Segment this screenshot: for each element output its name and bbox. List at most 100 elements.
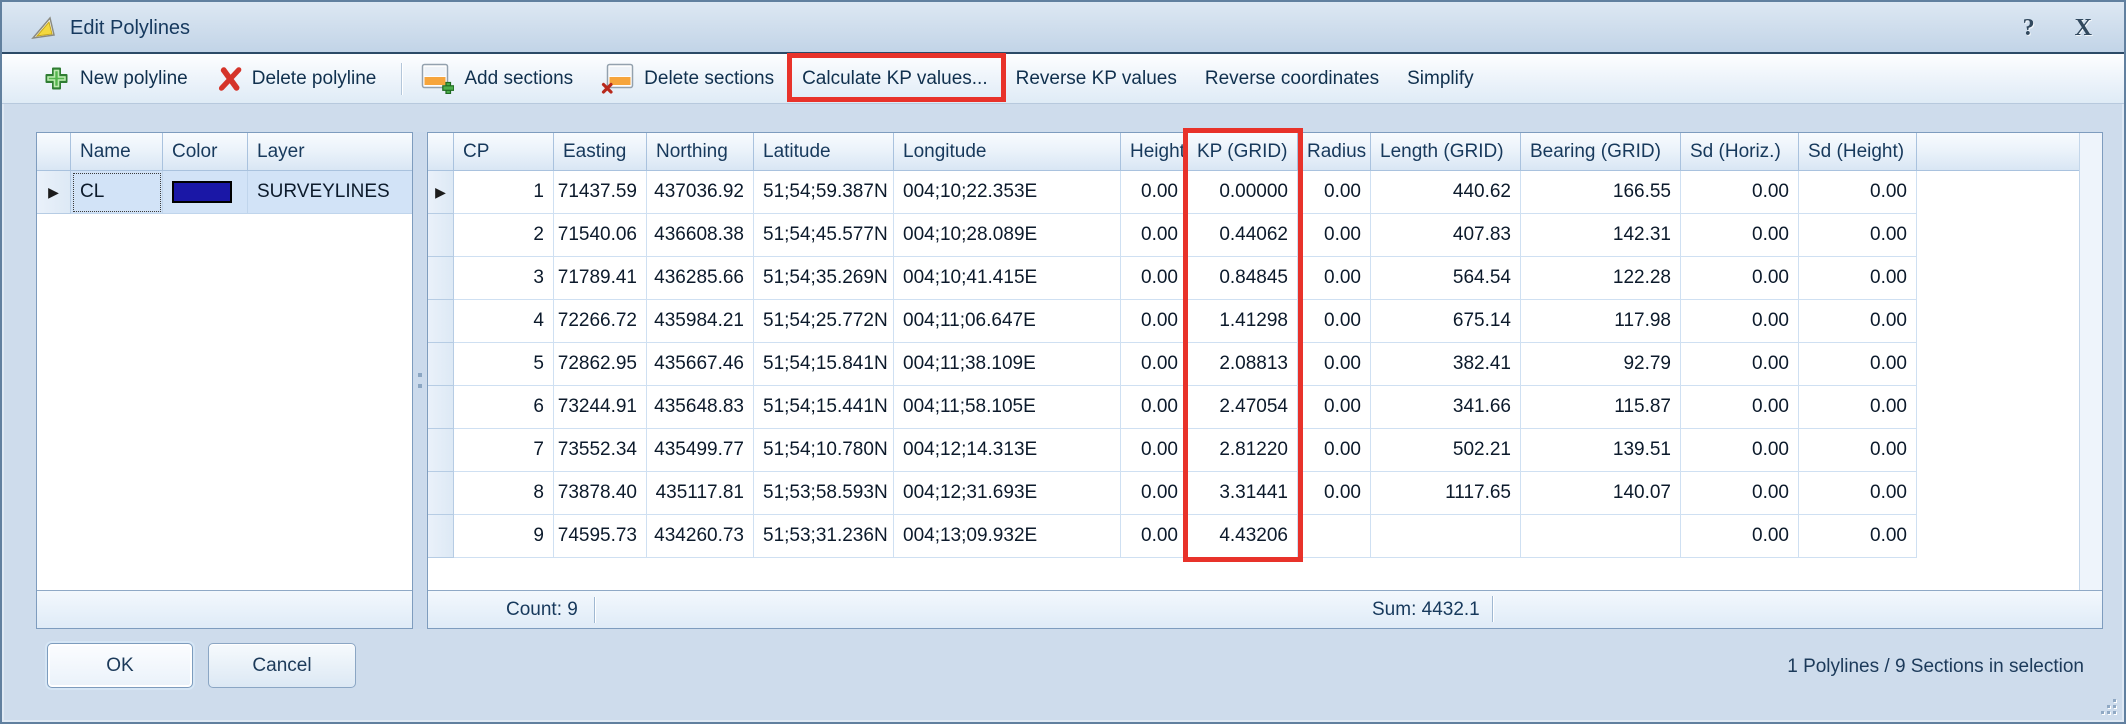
column-header-length-grid[interactable]: Length (GRID) <box>1371 133 1521 171</box>
section-row[interactable]: 2 71540.06 436608.38 51;54;45.577N 004;10;28… <box>428 214 2079 257</box>
column-header-easting[interactable]: Easting <box>554 133 647 171</box>
cell-northing[interactable]: 435984.21 <box>647 300 754 343</box>
cell-sd-height[interactable]: 0.00 <box>1799 300 1917 343</box>
cancel-button[interactable]: Cancel <box>208 643 356 688</box>
cell-sd-height[interactable]: 0.00 <box>1799 386 1917 429</box>
cell-easting[interactable]: 72862.95 <box>554 343 647 386</box>
cell-sd-height[interactable]: 0.00 <box>1799 472 1917 515</box>
cell-latitude[interactable]: 51;54;15.841N <box>754 343 894 386</box>
row-selector-cell[interactable] <box>428 343 454 386</box>
cell-bearing-grid[interactable]: 139.51 <box>1521 429 1681 472</box>
cell-northing[interactable]: 435117.81 <box>647 472 754 515</box>
cell-easting[interactable]: 71437.59 <box>554 171 647 214</box>
cell-northing[interactable]: 436285.66 <box>647 257 754 300</box>
cell-sd-height[interactable]: 0.00 <box>1799 214 1917 257</box>
cell-cp[interactable]: 3 <box>454 257 554 300</box>
cell-bearing-grid[interactable]: 166.55 <box>1521 171 1681 214</box>
cell-height[interactable]: 0.00 <box>1121 386 1188 429</box>
cell-sd-horiz[interactable]: 0.00 <box>1681 429 1799 472</box>
column-header-height[interactable]: Height <box>1121 133 1188 171</box>
cell-height[interactable]: 0.00 <box>1121 257 1188 300</box>
toolbar-button-reverse-kp-values[interactable]: Reverse KP values <box>1005 63 1188 95</box>
section-row[interactable]: 3 71789.41 436285.66 51;54;35.269N 004;10;41… <box>428 257 2079 300</box>
row-selector-cell[interactable] <box>428 214 454 257</box>
section-row[interactable]: ▶ 1 71437.59 437036.92 51;54;59.387N 004;10;2… <box>428 171 2079 214</box>
cell-longitude[interactable]: 004;10;28.089E <box>894 214 1121 257</box>
row-selector-cell[interactable] <box>428 386 454 429</box>
cell-radius[interactable]: 0.00 <box>1298 214 1371 257</box>
cell-sd-horiz[interactable]: 0.00 <box>1681 515 1799 558</box>
cell-height[interactable]: 0.00 <box>1121 214 1188 257</box>
column-header-radius[interactable]: Radius <box>1298 133 1371 171</box>
row-selector-cell[interactable] <box>428 429 454 472</box>
cell-length-grid[interactable]: 564.54 <box>1371 257 1521 300</box>
cell-sd-horiz[interactable]: 0.00 <box>1681 171 1799 214</box>
cell-length-grid[interactable]: 1117.65 <box>1371 472 1521 515</box>
section-row[interactable]: 9 74595.73 434260.73 51;53;31.236N 004;13;09… <box>428 515 2079 558</box>
cell-radius[interactable]: 0.00 <box>1298 472 1371 515</box>
cell-bearing-grid[interactable]: 122.28 <box>1521 257 1681 300</box>
column-header-kp-grid[interactable]: KP (GRID) <box>1188 133 1298 171</box>
column-header-sd-horiz[interactable]: Sd (Horiz.) <box>1681 133 1799 171</box>
cell-northing[interactable]: 435667.46 <box>647 343 754 386</box>
cell-easting[interactable]: 71540.06 <box>554 214 647 257</box>
column-header-name[interactable]: Name <box>71 133 163 171</box>
cell-height[interactable]: 0.00 <box>1121 300 1188 343</box>
section-row[interactable]: 6 73244.91 435648.83 51;54;15.441N 004;11;58… <box>428 386 2079 429</box>
cell-cp[interactable]: 6 <box>454 386 554 429</box>
cell-easting[interactable]: 73244.91 <box>554 386 647 429</box>
cell-latitude[interactable]: 51;53;31.236N <box>754 515 894 558</box>
cell-latitude[interactable]: 51;54;59.387N <box>754 171 894 214</box>
cell-height[interactable]: 0.00 <box>1121 343 1188 386</box>
section-row[interactable]: 5 72862.95 435667.46 51;54;15.841N 004;11;38… <box>428 343 2079 386</box>
toolbar-button-new-polyline[interactable]: New polyline <box>32 60 199 97</box>
cell-length-grid[interactable] <box>1371 515 1521 558</box>
toolbar-button-calculate-kp-values[interactable]: Calculate KP values... <box>787 52 1006 102</box>
cell-easting[interactable]: 74595.73 <box>554 515 647 558</box>
cell-northing[interactable]: 435648.83 <box>647 386 754 429</box>
cell-longitude[interactable]: 004;10;41.415E <box>894 257 1121 300</box>
toolbar-button-add-sections[interactable]: Add sections <box>410 58 584 99</box>
polyline-row[interactable]: ▶ CL SURVEYLINES <box>37 171 412 214</box>
toolbar-button-delete-sections[interactable]: Delete sections <box>590 58 785 99</box>
cell-latitude[interactable]: 51;54;35.269N <box>754 257 894 300</box>
vertical-scrollbar[interactable] <box>2079 133 2102 590</box>
cell-kp-grid[interactable]: 2.81220 <box>1188 429 1298 472</box>
section-row[interactable]: 4 72266.72 435984.21 51;54;25.772N 004;11;06… <box>428 300 2079 343</box>
cell-sd-horiz[interactable]: 0.00 <box>1681 472 1799 515</box>
cell-longitude[interactable]: 004;11;38.109E <box>894 343 1121 386</box>
close-icon[interactable]: X <box>2075 16 2092 40</box>
cell-latitude[interactable]: 51;54;15.441N <box>754 386 894 429</box>
column-header-bearing-grid[interactable]: Bearing (GRID) <box>1521 133 1681 171</box>
cell-radius[interactable]: 0.00 <box>1298 386 1371 429</box>
cell-cp[interactable]: 9 <box>454 515 554 558</box>
column-header-longitude[interactable]: Longitude <box>894 133 1121 171</box>
cell-length-grid[interactable]: 407.83 <box>1371 214 1521 257</box>
cell-sd-height[interactable]: 0.00 <box>1799 257 1917 300</box>
cell-cp[interactable]: 5 <box>454 343 554 386</box>
cell-easting[interactable]: 72266.72 <box>554 300 647 343</box>
cell-sd-height[interactable]: 0.00 <box>1799 429 1917 472</box>
column-header-northing[interactable]: Northing <box>647 133 754 171</box>
cell-northing[interactable]: 434260.73 <box>647 515 754 558</box>
cell-easting[interactable]: 73552.34 <box>554 429 647 472</box>
cell-bearing-grid[interactable] <box>1521 515 1681 558</box>
cell-longitude[interactable]: 004;11;58.105E <box>894 386 1121 429</box>
ok-button[interactable]: OK <box>47 643 193 688</box>
cell-sd-height[interactable]: 0.00 <box>1799 171 1917 214</box>
cell-latitude[interactable]: 51;54;10.780N <box>754 429 894 472</box>
cell-easting[interactable]: 71789.41 <box>554 257 647 300</box>
row-selector-cell[interactable] <box>428 257 454 300</box>
cell-height[interactable]: 0.00 <box>1121 429 1188 472</box>
cell-length-grid[interactable]: 341.66 <box>1371 386 1521 429</box>
cell-kp-grid[interactable]: 2.08813 <box>1188 343 1298 386</box>
cell-longitude[interactable]: 004;11;06.647E <box>894 300 1121 343</box>
cell-bearing-grid[interactable]: 92.79 <box>1521 343 1681 386</box>
row-selector-cell[interactable]: ▶ <box>37 171 71 214</box>
section-row[interactable]: 7 73552.34 435499.77 51;54;10.780N 004;12;14… <box>428 429 2079 472</box>
cell-height[interactable]: 0.00 <box>1121 515 1188 558</box>
cell-radius[interactable]: 0.00 <box>1298 429 1371 472</box>
cell-bearing-grid[interactable]: 140.07 <box>1521 472 1681 515</box>
cell-radius[interactable]: 0.00 <box>1298 257 1371 300</box>
column-header-layer[interactable]: Layer <box>248 133 412 171</box>
